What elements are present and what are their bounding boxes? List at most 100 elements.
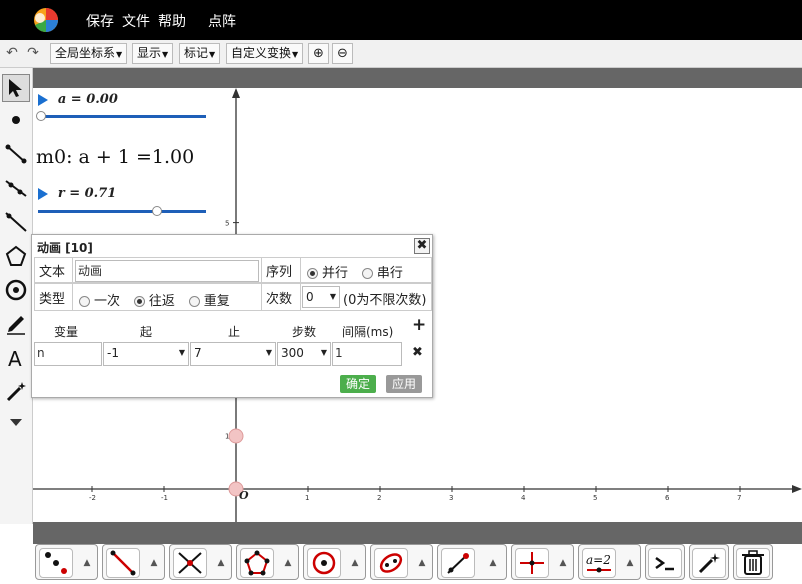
- parallel-option[interactable]: 并行: [307, 262, 348, 281]
- caret-down-icon: ▼: [178, 348, 185, 357]
- measure-group: ▲: [437, 544, 507, 580]
- circle-tool-icon[interactable]: [2, 276, 30, 304]
- coord-system-label: 全局坐标系: [55, 46, 116, 60]
- radio-off-icon[interactable]: [361, 268, 373, 279]
- canvas-top-bar: [33, 68, 802, 88]
- command-prompt-icon[interactable]: [648, 548, 682, 578]
- slider-r: r = 0.71: [38, 186, 116, 201]
- text-field[interactable]: 动画: [75, 260, 259, 282]
- app-logo-icon: [34, 8, 58, 33]
- caret-up-icon[interactable]: ▲: [279, 545, 297, 581]
- variable-field[interactable]: n: [34, 342, 102, 366]
- origin-label: O: [239, 489, 249, 502]
- start-value: -1: [107, 346, 119, 360]
- type-row: 类型 一次 往返 重复 次数 0 ▼ (0为不限次数): [34, 283, 432, 311]
- ray-tool-icon[interactable]: [2, 174, 30, 202]
- slider-a-track[interactable]: [38, 115, 206, 118]
- count-label: 次数: [261, 284, 301, 310]
- slider-r-track[interactable]: [38, 210, 206, 213]
- menu-save[interactable]: 保存: [86, 11, 114, 31]
- coord-system-dropdown[interactable]: 全局坐标系▼: [50, 43, 128, 64]
- polygon-tool-icon[interactable]: [2, 242, 30, 270]
- line-group: ▲: [102, 544, 165, 580]
- intersection-icon[interactable]: [173, 548, 207, 578]
- line-tool-icon[interactable]: [2, 208, 30, 236]
- caret-down-icon: ▼: [329, 292, 336, 301]
- count-select[interactable]: 0 ▼: [302, 286, 340, 308]
- ellipse-icon[interactable]: [374, 548, 408, 578]
- more-tools-icon[interactable]: [2, 408, 30, 436]
- polygon-red-icon[interactable]: [240, 548, 274, 578]
- segment-red-icon[interactable]: [106, 548, 140, 578]
- menu-help[interactable]: 帮助: [158, 11, 186, 31]
- caret-up-icon[interactable]: ▲: [212, 545, 230, 581]
- display-dropdown[interactable]: 显示▼: [132, 43, 174, 64]
- caret-up-icon[interactable]: ▲: [78, 545, 96, 581]
- pen-tool-icon[interactable]: [2, 310, 30, 338]
- parallel-label: 并行: [322, 266, 349, 281]
- magic-wand-icon[interactable]: [2, 378, 30, 406]
- top-bar: 保存 文件 帮助 点阵: [0, 0, 802, 40]
- slider-r-knob[interactable]: [152, 206, 162, 216]
- animated-point[interactable]: [228, 428, 244, 444]
- caret-up-icon[interactable]: ▲: [145, 545, 163, 581]
- intersect-group: ▲: [169, 544, 232, 580]
- ray-red-icon[interactable]: [441, 548, 475, 578]
- menu-file[interactable]: 文件: [122, 11, 150, 31]
- translate-icon[interactable]: [515, 548, 549, 578]
- add-row-icon[interactable]: +: [412, 315, 426, 335]
- play-r-icon[interactable]: [38, 187, 48, 200]
- redo-icon[interactable]: ↷: [24, 43, 42, 64]
- bottom-toolbar: ▲ ▲ ▲ ▲ ▲ ▲ ▲ ▲ a=2 ▲: [0, 544, 802, 584]
- caret-up-icon[interactable]: ▲: [621, 545, 639, 581]
- play-a-icon[interactable]: [38, 93, 48, 106]
- point-tool-icon[interactable]: [2, 106, 30, 134]
- zoom-out-icon[interactable]: ⊖: [332, 43, 353, 64]
- slider-a-knob[interactable]: [36, 111, 46, 121]
- caret-up-icon[interactable]: ▲: [413, 545, 431, 581]
- radio-off-icon[interactable]: [79, 296, 90, 307]
- caret-up-icon[interactable]: ▲: [346, 545, 364, 581]
- custom-transform-label: 自定义变换: [231, 46, 292, 60]
- close-icon[interactable]: ✖: [414, 238, 430, 254]
- radio-on-icon[interactable]: [307, 268, 318, 279]
- apply-button[interactable]: 应用: [386, 375, 422, 393]
- repeat-option[interactable]: 重复: [188, 290, 230, 309]
- trash-group: [733, 544, 773, 580]
- measure-m0[interactable]: m0: a + 1 =1.00: [36, 146, 194, 168]
- text-row: 文本 动画 序列 并行 串行: [34, 257, 432, 283]
- once-option[interactable]: 一次: [79, 290, 120, 309]
- parameter-text-icon[interactable]: a=2: [582, 548, 616, 578]
- caret-up-icon[interactable]: ▲: [484, 545, 502, 581]
- serial-option[interactable]: 串行: [361, 262, 403, 281]
- magic-wand-tool-icon[interactable]: [692, 548, 726, 578]
- points-tool-icon[interactable]: [39, 548, 73, 578]
- x-tick-label: 2: [377, 494, 381, 502]
- text-tool-icon[interactable]: A: [2, 344, 30, 372]
- zoom-in-icon[interactable]: ⊕: [308, 43, 329, 64]
- undo-icon[interactable]: ↶: [3, 43, 21, 64]
- select-arrow-icon[interactable]: [2, 74, 30, 102]
- delete-row-icon[interactable]: ✖: [412, 345, 423, 360]
- steps-select[interactable]: 300 ▼: [277, 342, 331, 366]
- radio-on-icon[interactable]: [133, 296, 145, 307]
- radio-off-icon[interactable]: [188, 296, 200, 307]
- col-variable: 变量: [54, 325, 79, 339]
- caret-up-icon[interactable]: ▲: [554, 545, 572, 581]
- stop-select[interactable]: 7 ▼: [190, 342, 276, 366]
- custom-transform-dropdown[interactable]: 自定义变换▼: [226, 43, 304, 64]
- trash-icon[interactable]: [736, 548, 770, 578]
- x-tick-label: 4: [521, 494, 526, 502]
- interval-field[interactable]: 1: [332, 342, 402, 366]
- svg-text:A: A: [8, 347, 22, 370]
- menu-lattice[interactable]: 点阵: [208, 11, 236, 31]
- back-forth-option[interactable]: 往返: [133, 290, 175, 309]
- circle-red-icon[interactable]: [307, 548, 341, 578]
- ok-button[interactable]: 确定: [340, 375, 376, 393]
- caret-down-icon: ▼: [116, 50, 123, 59]
- start-select[interactable]: -1 ▼: [103, 342, 189, 366]
- segment-tool-icon[interactable]: [2, 140, 30, 168]
- conic-group: ▲: [370, 544, 433, 580]
- mark-dropdown[interactable]: 标记▼: [179, 43, 221, 64]
- col-start: 起: [140, 325, 153, 339]
